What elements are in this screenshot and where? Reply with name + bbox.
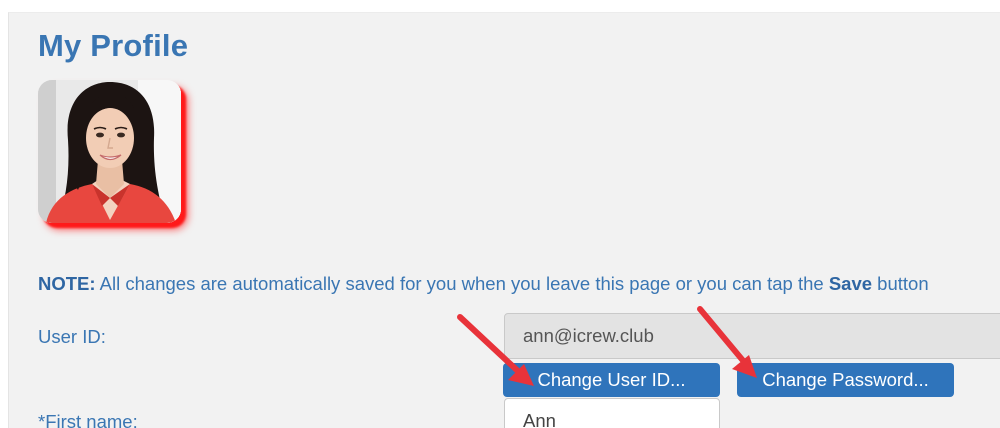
- avatar[interactable]: [38, 80, 181, 223]
- page: My Profile NOTE: All changes are automat…: [0, 0, 1000, 428]
- note-text: All changes are automatically saved for …: [95, 273, 829, 294]
- note-text-end: button: [872, 273, 929, 294]
- page-title: My Profile: [38, 28, 189, 63]
- first-name-label: *First name:: [38, 411, 138, 428]
- autosave-note: NOTE: All changes are automatically save…: [38, 273, 929, 295]
- change-user-id-button[interactable]: Change User ID...: [503, 363, 720, 397]
- note-prefix: NOTE:: [38, 273, 96, 294]
- user-id-label: User ID:: [38, 326, 106, 347]
- change-password-button[interactable]: Change Password...: [737, 363, 954, 397]
- first-name-field[interactable]: [504, 398, 720, 428]
- note-save-word: Save: [828, 273, 873, 294]
- avatar-photo-icon: [38, 80, 181, 223]
- user-id-field[interactable]: [504, 313, 1000, 359]
